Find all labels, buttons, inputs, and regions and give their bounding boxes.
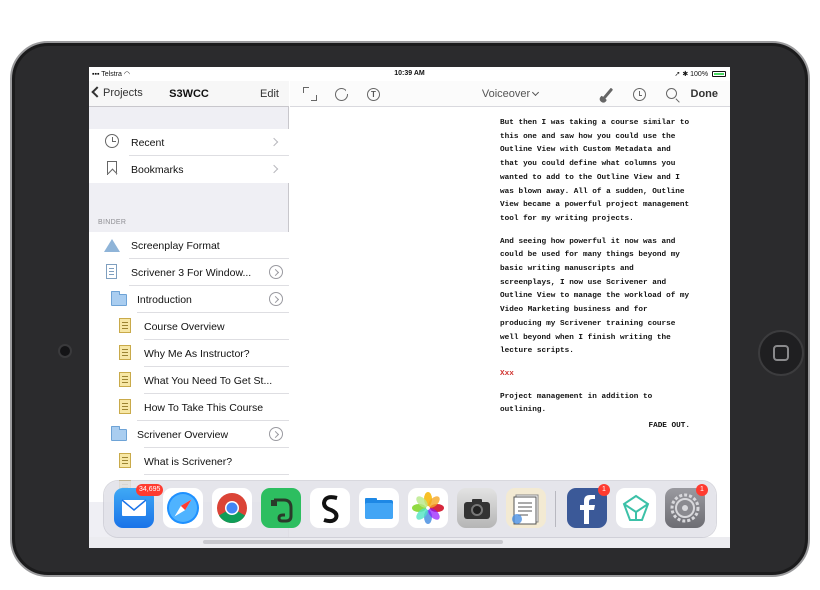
status-right: ➚ ✱ 100%: [674, 70, 726, 78]
disclosure-icon[interactable]: [269, 292, 283, 306]
crystal-icon: [622, 494, 650, 521]
bluetooth-icon: ✱: [682, 71, 689, 78]
clock-icon: [105, 134, 119, 148]
binder-item[interactable]: Why Me As Instructor?: [89, 340, 289, 367]
dock: 34,695 1 1: [104, 481, 716, 537]
disclosure-icon[interactable]: [269, 427, 283, 441]
binder-item[interactable]: Introduction: [89, 286, 289, 313]
folder-icon: [111, 426, 127, 441]
dock-separator: [555, 491, 556, 527]
bookmark-icon: [107, 161, 117, 175]
edit-button[interactable]: Edit: [260, 88, 279, 100]
binder-item[interactable]: Scrivener 3 For Window...: [89, 259, 289, 286]
history-icon[interactable]: [633, 88, 646, 101]
camera-app[interactable]: [457, 488, 497, 528]
files-app[interactable]: [359, 488, 399, 528]
note-icon: [119, 453, 131, 468]
binder-item[interactable]: Scrivener Overview: [89, 421, 289, 448]
screen: ▪▪▪ Telstra ◠ 10:39 AM ➚ ✱ 100% Projects…: [89, 67, 730, 548]
chevron-right-icon: [269, 164, 279, 174]
warning-icon: [104, 239, 120, 252]
photos-app[interactable]: [408, 488, 448, 528]
camera-icon: [464, 499, 490, 519]
safari-icon: [167, 492, 199, 524]
binder-item[interactable]: What You Need To Get St...: [89, 367, 289, 394]
recent-row[interactable]: Recent: [89, 129, 289, 156]
binder-item[interactable]: How To Take This Course: [89, 394, 289, 421]
settings-app[interactable]: 1: [665, 484, 708, 528]
binder-item[interactable]: Course Overview: [89, 313, 289, 340]
chrome-icon: [217, 493, 247, 524]
status-bar: ▪▪▪ Telstra ◠ 10:39 AM ➚ ✱ 100%: [89, 67, 730, 81]
document-stack-icon: [512, 494, 539, 525]
home-indicator: [203, 540, 503, 544]
evernote-icon: [271, 498, 293, 523]
script-paragraph: And seeing how powerful it now was and c…: [500, 237, 690, 356]
front-camera: [60, 346, 70, 356]
binder-section-header: BINDER: [98, 219, 127, 226]
binder-item[interactable]: Screenplay Format: [89, 232, 289, 259]
chrome-app[interactable]: [212, 488, 252, 528]
script-paragraph: Project management in addition to outlin…: [500, 392, 653, 415]
scrivener-app[interactable]: [310, 488, 350, 528]
status-time: 10:39 AM: [394, 70, 425, 77]
document-title-dropdown[interactable]: Voiceover: [290, 88, 730, 100]
script-editor[interactable]: But then I was taking a course similar t…: [500, 117, 690, 443]
settings-badge: 1: [696, 484, 708, 496]
note-icon: [119, 345, 131, 360]
facebook-badge: 1: [598, 484, 610, 496]
facebook-app[interactable]: 1: [567, 484, 610, 528]
binder-pane: Projects S3WCC Edit Recent Bookmarks BIN…: [89, 81, 289, 548]
binder-item[interactable]: What is Scrivener?: [89, 448, 289, 475]
disclosure-icon[interactable]: [269, 265, 283, 279]
folder-icon: [365, 498, 393, 519]
note-icon: [119, 318, 131, 333]
home-button[interactable]: [758, 330, 804, 376]
document-icon: [106, 264, 117, 279]
crystal-app[interactable]: [616, 488, 656, 528]
script-paragraph: But then I was taking a course similar t…: [500, 119, 690, 223]
mail-badge: 34,695: [136, 484, 164, 496]
binder-nav-bar: Projects S3WCC Edit: [89, 81, 289, 107]
scrivener-icon: [321, 495, 339, 524]
location-icon: ➚: [674, 71, 681, 78]
document-app[interactable]: [506, 488, 546, 528]
search-icon[interactable]: [666, 88, 677, 99]
script-transition: FADE OUT.: [648, 422, 690, 431]
script-marker: Xxx: [500, 369, 514, 378]
evernote-app[interactable]: [261, 488, 301, 528]
note-icon: [119, 399, 131, 414]
folder-icon: [111, 291, 127, 306]
chevron-right-icon: [269, 137, 279, 147]
bookmarks-row[interactable]: Bookmarks: [89, 156, 289, 183]
mail-app[interactable]: 34,695: [114, 484, 164, 528]
battery-icon: [712, 71, 726, 77]
chevron-down-icon: [532, 88, 540, 97]
note-icon: [119, 372, 131, 387]
done-button[interactable]: Done: [691, 88, 719, 100]
project-title: S3WCC: [169, 88, 209, 100]
editor-toolbar: T Voiceover Done: [290, 81, 730, 107]
editor-pane: T Voiceover Done But then I was taking a…: [290, 81, 730, 548]
safari-app[interactable]: [163, 488, 203, 528]
photos-icon: [412, 492, 444, 524]
